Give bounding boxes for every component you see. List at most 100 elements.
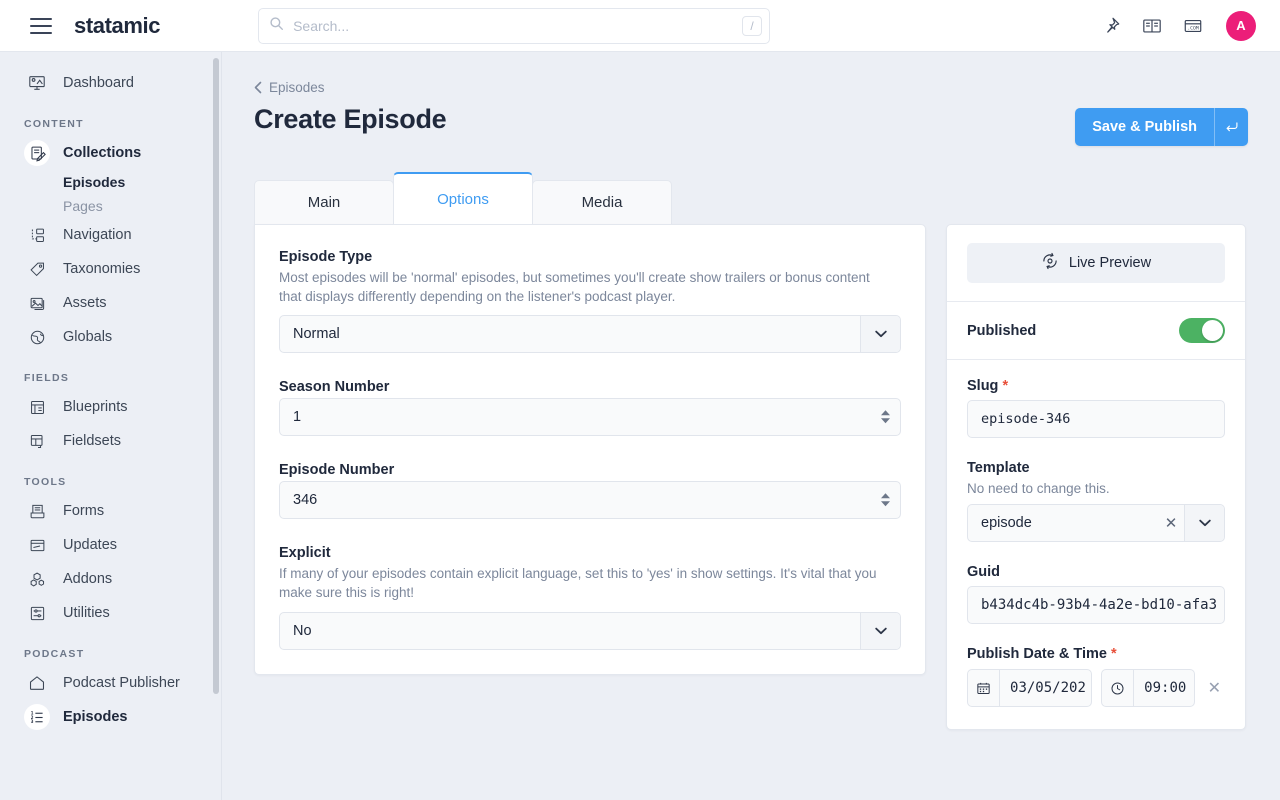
breadcrumb[interactable]: Episodes bbox=[254, 80, 1248, 95]
sidebar-item-dashboard[interactable]: Dashboard bbox=[0, 66, 221, 100]
sidebar-subitem-pages[interactable]: Pages bbox=[0, 194, 221, 218]
live-preview-button[interactable]: Live Preview bbox=[967, 243, 1225, 283]
close-icon[interactable]: ✕ bbox=[1204, 678, 1225, 698]
top-bar-actions: .COM A bbox=[1100, 10, 1280, 41]
svg-text:3: 3 bbox=[30, 719, 33, 724]
live-preview-section: Live Preview bbox=[947, 225, 1245, 301]
field-episode-type: Episode Type Most episodes will be 'norm… bbox=[279, 249, 901, 354]
page-title: Create Episode bbox=[254, 104, 447, 134]
sidebar-item-label: Utilities bbox=[63, 605, 110, 621]
save-and-publish-button[interactable]: Save & Publish bbox=[1075, 108, 1248, 146]
chevron-down-icon[interactable] bbox=[1184, 505, 1224, 542]
sidebar-item-updates[interactable]: Updates bbox=[0, 528, 221, 562]
template-select[interactable]: episode ✕ bbox=[967, 504, 1225, 543]
season-number-input[interactable]: 1 bbox=[279, 398, 901, 437]
sidebar-item-assets[interactable]: Assets bbox=[0, 286, 221, 320]
sidebar-item-addons[interactable]: Addons bbox=[0, 562, 221, 596]
utilities-icon bbox=[24, 600, 50, 626]
explicit-select[interactable]: No bbox=[279, 611, 901, 650]
sidebar-item-label: Dashboard bbox=[63, 75, 134, 91]
select-value: episode bbox=[981, 515, 1032, 532]
select-value: Normal bbox=[293, 326, 340, 343]
sidebar-item-blueprints[interactable]: Blueprints bbox=[0, 390, 221, 424]
sidebar-item-taxonomies[interactable]: Taxonomies bbox=[0, 252, 221, 286]
save-button-label: Save & Publish bbox=[1092, 119, 1197, 135]
published-label: Published bbox=[967, 322, 1037, 339]
quantity-stepper[interactable] bbox=[881, 410, 890, 424]
sidebar-item-podcast-episodes[interactable]: 1 2 3 Episodes bbox=[0, 700, 221, 734]
search-input[interactable]: Search... bbox=[258, 7, 771, 44]
brand-logo[interactable]: statamic bbox=[74, 13, 160, 39]
field-label: Publish Date & Time * bbox=[967, 646, 1225, 662]
hamburger-icon[interactable] bbox=[30, 17, 52, 34]
app-body: Dashboard CONTENT Collections Episodes P… bbox=[0, 52, 1280, 800]
forms-icon bbox=[24, 498, 50, 524]
sidebar-item-fieldsets[interactable]: Fieldsets bbox=[0, 424, 221, 458]
field-label: Guid bbox=[967, 564, 1001, 581]
sidebar-item-podcast-publisher[interactable]: Podcast Publisher bbox=[0, 666, 221, 700]
chevron-down-icon[interactable] bbox=[860, 316, 900, 353]
sidebar-heading-fields: FIELDS bbox=[24, 372, 70, 384]
field-episode-number: Episode Number 346 bbox=[279, 462, 901, 520]
published-row: Published bbox=[947, 302, 1245, 359]
guid-input[interactable]: b434dc4b-93b4-4a2e-bd10-afa3 bbox=[967, 586, 1225, 625]
close-icon[interactable]: ✕ bbox=[1158, 514, 1184, 532]
tab-options[interactable]: Options bbox=[393, 172, 533, 224]
sidebar-item-navigation[interactable]: Navigation bbox=[0, 218, 221, 252]
field-help-text: If many of your episodes contain explici… bbox=[279, 566, 877, 601]
sidebar-item-label: Collections bbox=[63, 145, 142, 161]
sidebar-heading-podcast: PODCAST bbox=[24, 648, 85, 660]
sidebar-item-globals[interactable]: Globals bbox=[0, 320, 221, 354]
breadcrumb-label: Episodes bbox=[269, 80, 325, 95]
domain-card-icon[interactable]: .COM bbox=[1182, 15, 1204, 37]
sidebar-item-forms[interactable]: Forms bbox=[0, 494, 221, 528]
slug-input[interactable]: episode-346 bbox=[967, 400, 1225, 438]
addons-icon bbox=[24, 566, 50, 592]
time-field[interactable]: 09:00 bbox=[1101, 669, 1195, 708]
sidebar-item-collections[interactable]: Collections bbox=[0, 136, 221, 170]
home-icon bbox=[24, 670, 50, 696]
avatar[interactable]: A bbox=[1226, 10, 1256, 41]
episode-type-select[interactable]: Normal bbox=[279, 315, 901, 354]
episode-number-input[interactable]: 346 bbox=[279, 481, 901, 520]
sidebar-item-label: Blueprints bbox=[63, 399, 128, 415]
field-help-text: Most episodes will be 'normal' episodes,… bbox=[279, 270, 870, 305]
tab-bar: Main Options Media bbox=[254, 172, 1248, 224]
field-template: Template No need to change this. episode… bbox=[947, 460, 1245, 543]
sidebar-heading-tools: TOOLS bbox=[24, 476, 67, 488]
global-search[interactable]: Search... / bbox=[258, 7, 771, 44]
sidebar-item-label: Navigation bbox=[63, 227, 132, 243]
content-columns: Episode Type Most episodes will be 'norm… bbox=[254, 224, 1248, 731]
live-preview-icon bbox=[1041, 252, 1059, 274]
field-label: Slug * bbox=[967, 378, 1225, 394]
sidebar-item-utilities[interactable]: Utilities bbox=[0, 596, 221, 630]
date-field[interactable]: 03/05/202 bbox=[967, 669, 1093, 708]
quantity-stepper[interactable] bbox=[881, 493, 890, 507]
sidebar-item-label: Episodes bbox=[63, 709, 128, 725]
field-label: Explicit bbox=[279, 545, 331, 562]
fieldsets-icon bbox=[24, 428, 50, 454]
field-season-number: Season Number 1 bbox=[279, 379, 901, 437]
field-label: Episode Number bbox=[279, 462, 395, 479]
search-placeholder: Search... bbox=[293, 17, 350, 34]
published-toggle[interactable] bbox=[1179, 318, 1225, 343]
book-icon[interactable] bbox=[1141, 15, 1163, 37]
taxonomies-icon bbox=[24, 256, 50, 282]
options-form-panel: Episode Type Most episodes will be 'norm… bbox=[254, 224, 926, 675]
page-header: Create Episode Save & Publish bbox=[254, 104, 1248, 146]
statamic-control-panel: statamic Search... / .COM A Dashboard CO… bbox=[0, 0, 1280, 800]
sidebar-scrollbar[interactable] bbox=[213, 58, 219, 694]
tab-media[interactable]: Media bbox=[532, 180, 672, 224]
field-publish-datetime: Publish Date & Time * 03/05/202 09:00 ✕ bbox=[947, 646, 1245, 708]
chevron-down-icon[interactable] bbox=[860, 612, 900, 649]
live-preview-label: Live Preview bbox=[1068, 255, 1152, 271]
pin-icon[interactable] bbox=[1100, 15, 1122, 37]
search-icon bbox=[269, 16, 284, 36]
field-explicit: Explicit If many of your episodes contai… bbox=[279, 545, 901, 650]
sidebar-item-label: Fieldsets bbox=[63, 433, 122, 449]
field-slug: Slug * episode-346 bbox=[947, 378, 1245, 438]
sidebar-subitem-episodes[interactable]: Episodes bbox=[0, 170, 221, 194]
tab-main[interactable]: Main bbox=[254, 180, 394, 224]
time-value: 09:00 bbox=[1144, 680, 1187, 697]
select-value: No bbox=[293, 622, 312, 639]
